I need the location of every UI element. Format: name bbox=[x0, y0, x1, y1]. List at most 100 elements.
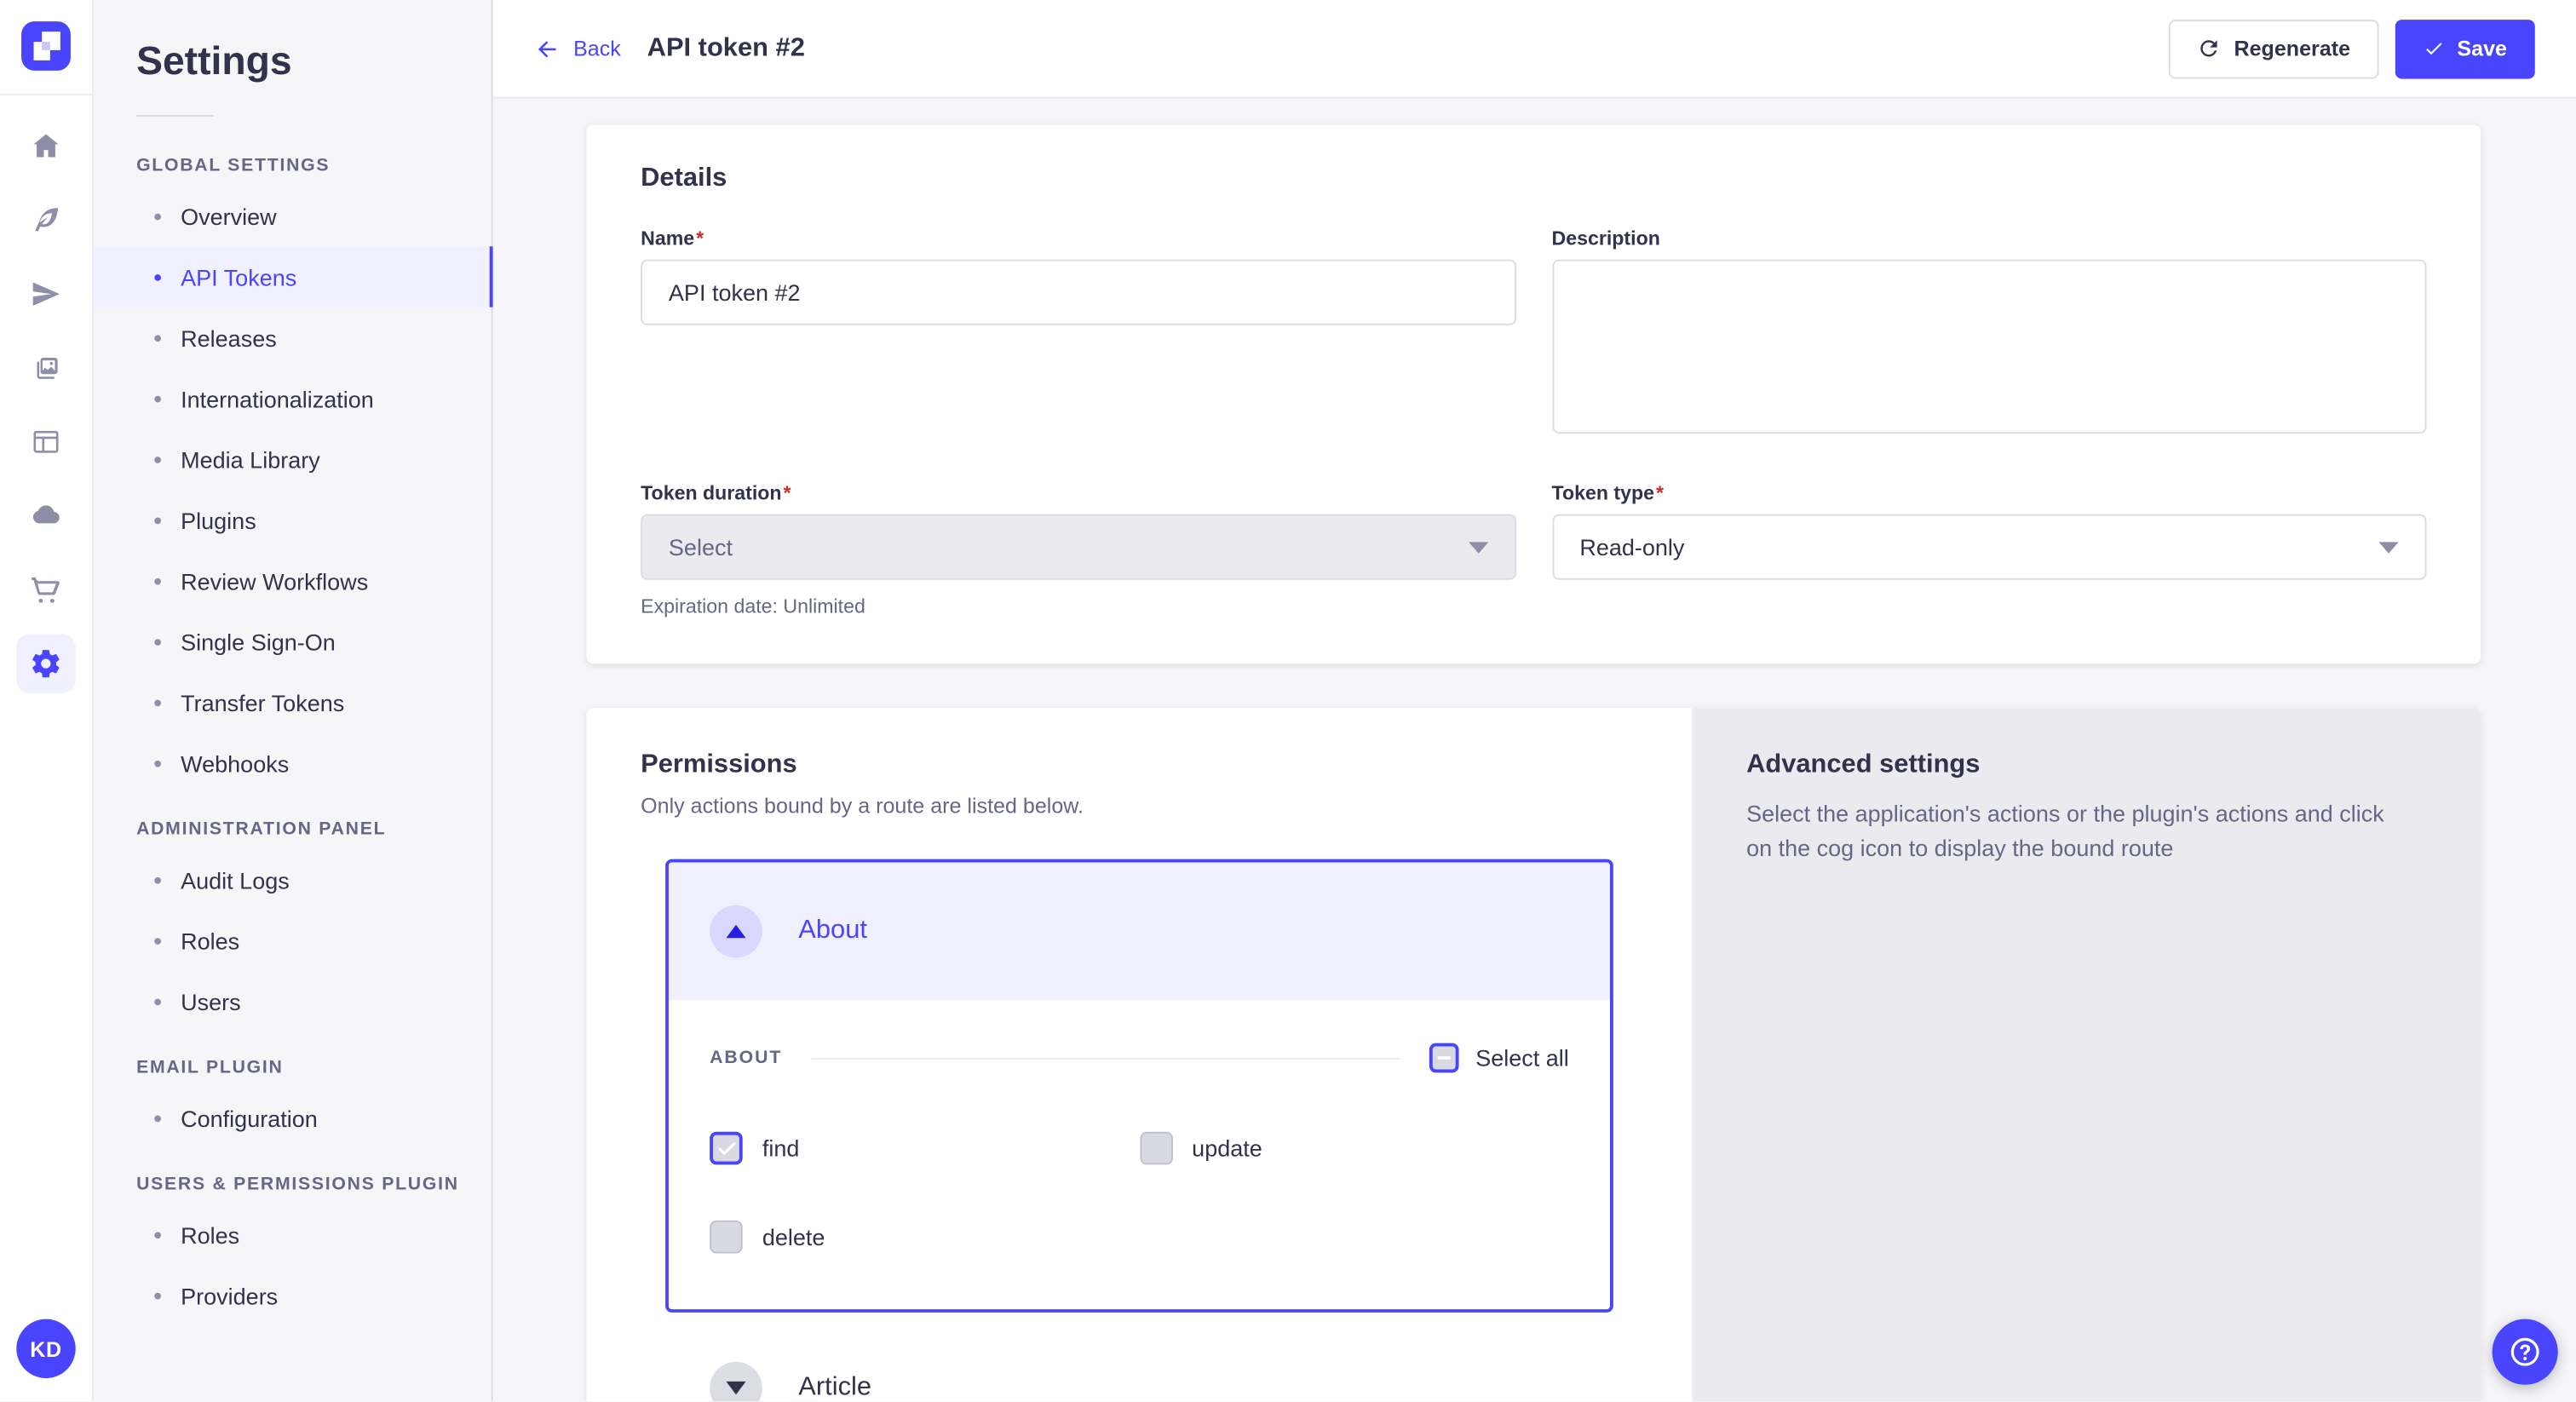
nav-section-users-permissions-plugin: USERS & PERMISSIONS PLUGIN Roles Provide… bbox=[94, 1175, 492, 1325]
description-input[interactable] bbox=[1552, 260, 2427, 434]
cloud-icon bbox=[30, 499, 63, 532]
name-input[interactable] bbox=[641, 260, 1515, 325]
sidebar-title-divider bbox=[136, 115, 214, 117]
bullet-icon bbox=[154, 699, 161, 706]
nav-settings-button[interactable] bbox=[16, 634, 75, 692]
select-all-label: Select all bbox=[1475, 1045, 1569, 1072]
bullet-icon bbox=[154, 456, 161, 463]
about-section-label: ABOUT bbox=[710, 1048, 782, 1067]
sidebar-item[interactable]: Media Library bbox=[94, 428, 492, 489]
sidebar-item[interactable]: Providers bbox=[94, 1265, 492, 1325]
bullet-icon bbox=[154, 395, 161, 402]
strapi-logo[interactable] bbox=[21, 21, 71, 71]
permission-action[interactable]: find bbox=[710, 1132, 1139, 1165]
permissions-card: Permissions Only actions bound by a rout… bbox=[586, 708, 2481, 1401]
advanced-settings-heading: Advanced settings bbox=[1746, 750, 2426, 780]
accordion-title: Article bbox=[798, 1373, 871, 1401]
arrow-left-icon bbox=[534, 35, 561, 61]
sidebar-item[interactable]: Overview bbox=[94, 186, 492, 246]
description-field-group: Description bbox=[1552, 227, 2427, 442]
action-checkbox[interactable] bbox=[710, 1221, 743, 1254]
accordion-body-about: ABOUT Select all bbox=[669, 1000, 1610, 1309]
nav-section-global-settings: GLOBAL SETTINGS Overview API Tokens bbox=[94, 156, 492, 793]
bullet-icon bbox=[154, 876, 161, 883]
rail-divider bbox=[0, 94, 93, 95]
permission-action[interactable]: delete bbox=[710, 1221, 1139, 1254]
sidebar-item[interactable]: Roles bbox=[94, 1204, 492, 1265]
name-label: Name* bbox=[641, 227, 1515, 250]
token-type-label: Token type* bbox=[1552, 481, 2427, 504]
cart-icon bbox=[30, 573, 63, 606]
layout-icon bbox=[30, 425, 63, 458]
sidebar-item[interactable]: API Tokens bbox=[94, 246, 492, 307]
collapse-toggle-button[interactable] bbox=[710, 905, 762, 958]
nav-releases-button[interactable] bbox=[16, 264, 75, 323]
user-avatar[interactable]: KD bbox=[16, 1319, 75, 1378]
token-duration-label: Token duration* bbox=[641, 481, 1515, 504]
feather-icon bbox=[30, 204, 63, 237]
details-card: Details Name* Description Token duration… bbox=[586, 125, 2481, 664]
app-window: KD Settings GLOBAL SETTINGS Overview API… bbox=[0, 0, 2576, 1401]
regenerate-button[interactable]: Regenerate bbox=[2168, 19, 2378, 78]
sidebar-item[interactable]: Users bbox=[94, 971, 492, 1031]
name-field-group: Name* bbox=[641, 227, 1515, 442]
bullet-icon bbox=[154, 1292, 161, 1299]
expand-toggle-button[interactable] bbox=[710, 1362, 762, 1401]
sidebar-item[interactable]: Releases bbox=[94, 307, 492, 368]
token-duration-select[interactable]: Select bbox=[641, 514, 1515, 580]
page-header: Back API token #2 Regenerate Save bbox=[493, 0, 2576, 99]
nav-content-type-builder-button[interactable] bbox=[16, 412, 75, 471]
check-icon bbox=[716, 1138, 737, 1159]
description-label: Description bbox=[1552, 227, 2427, 250]
expiration-hint: Expiration date: Unlimited bbox=[641, 595, 1515, 618]
chevron-down-icon bbox=[2379, 541, 2399, 553]
paper-plane-icon bbox=[30, 278, 63, 311]
sidebar-item[interactable]: Single Sign-On bbox=[94, 611, 492, 671]
token-type-field-group: Token type* Read-only bbox=[1552, 481, 2427, 618]
bullet-icon bbox=[154, 638, 161, 645]
nav-marketplace-button[interactable] bbox=[16, 560, 75, 619]
nav-section-label: EMAIL PLUGIN bbox=[136, 1058, 492, 1077]
sidebar-item[interactable]: Webhooks bbox=[94, 733, 492, 793]
accordion-title: About bbox=[798, 916, 867, 946]
icon-rail: KD bbox=[0, 0, 94, 1401]
nav-media-button[interactable] bbox=[16, 338, 75, 397]
accordion-header-about[interactable]: About bbox=[669, 862, 1610, 1000]
advanced-settings-panel: Advanced settings Select the application… bbox=[1692, 708, 2481, 1401]
action-checkbox[interactable] bbox=[1139, 1132, 1172, 1165]
nav-home-button[interactable] bbox=[16, 117, 75, 175]
action-checkbox[interactable] bbox=[710, 1132, 743, 1165]
permission-action[interactable]: update bbox=[1139, 1132, 1568, 1165]
required-asterisk: * bbox=[696, 227, 704, 250]
sidebar-item[interactable]: Transfer Tokens bbox=[94, 672, 492, 733]
strapi-logo-icon bbox=[21, 21, 71, 71]
sidebar-item[interactable]: Roles bbox=[94, 910, 492, 970]
required-asterisk: * bbox=[1656, 481, 1664, 504]
settings-sidebar: Settings GLOBAL SETTINGS Overview API To… bbox=[94, 0, 493, 1401]
page-title: API token #2 bbox=[647, 34, 805, 64]
save-button[interactable]: Save bbox=[2395, 19, 2535, 78]
chevron-up-icon bbox=[726, 925, 745, 938]
token-duration-field-group: Token duration* Select Expiration date: … bbox=[641, 481, 1515, 618]
back-link[interactable]: Back bbox=[534, 35, 621, 61]
sidebar-item[interactable]: Audit Logs bbox=[94, 849, 492, 910]
bullet-icon bbox=[154, 1115, 161, 1122]
bullet-icon bbox=[154, 517, 161, 524]
accordion-group-about: About ABOUT Select all bbox=[665, 859, 1613, 1313]
sidebar-item[interactable]: Review Workflows bbox=[94, 550, 492, 611]
nav-content-button[interactable] bbox=[16, 191, 75, 250]
accordion-header-article[interactable]: Article bbox=[665, 1319, 1613, 1401]
advanced-settings-description: Select the application's actions or the … bbox=[1746, 796, 2395, 865]
select-all-checkbox[interactable] bbox=[1429, 1043, 1459, 1073]
permissions-accordion: About ABOUT Select all bbox=[665, 859, 1613, 1401]
refresh-icon bbox=[2196, 36, 2221, 60]
sidebar-item[interactable]: Plugins bbox=[94, 490, 492, 550]
sidebar-item[interactable]: Internationalization bbox=[94, 368, 492, 428]
help-button[interactable] bbox=[2493, 1319, 2558, 1385]
sidebar-item[interactable]: Configuration bbox=[94, 1088, 492, 1148]
check-icon bbox=[2423, 37, 2444, 59]
nav-section-label: USERS & PERMISSIONS PLUGIN bbox=[136, 1175, 492, 1194]
nav-section-administration-panel: ADMINISTRATION PANEL Audit Logs Roles bbox=[94, 819, 492, 1031]
token-type-select[interactable]: Read-only bbox=[1552, 514, 2427, 580]
nav-deploy-button[interactable] bbox=[16, 486, 75, 545]
